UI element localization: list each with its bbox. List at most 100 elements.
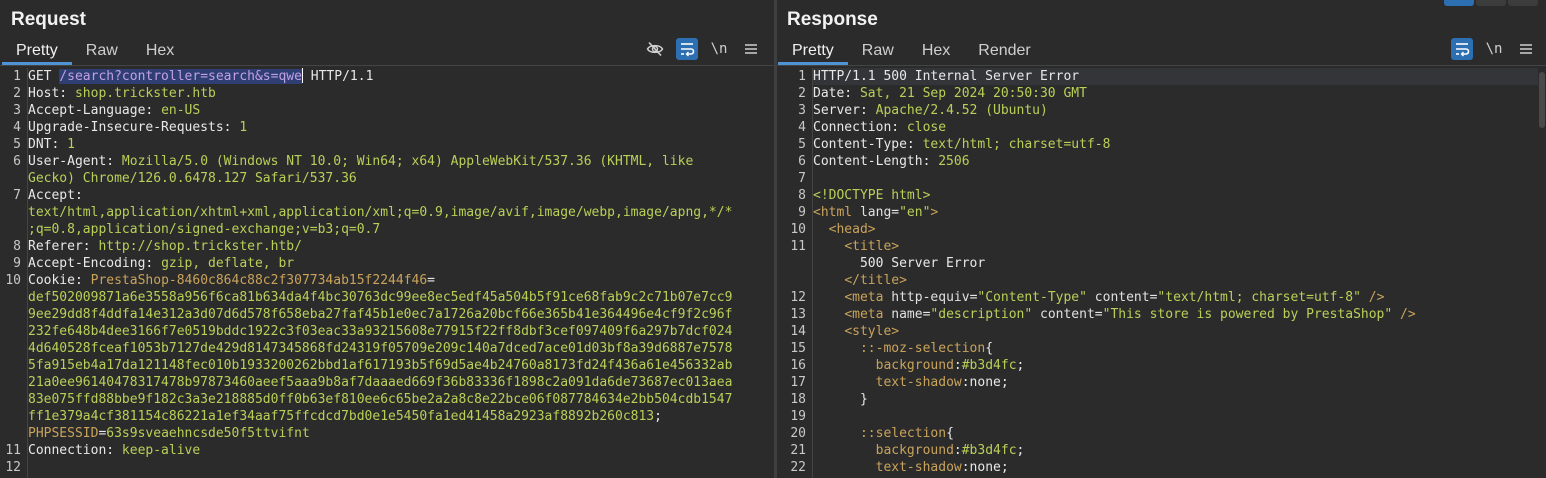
line-number: 12: [5, 460, 21, 475]
code-token: {: [946, 426, 954, 441]
code-line[interactable]: <head>: [813, 221, 1538, 238]
code-token: :none;: [961, 460, 1009, 475]
code-line[interactable]: Accept:: [28, 187, 774, 204]
code-token: HTTP/1.1: [302, 69, 374, 84]
response-tab-render[interactable]: Render: [964, 39, 1044, 65]
response-menu-button[interactable]: [1515, 38, 1537, 60]
code-token: <html: [813, 205, 860, 220]
code-line[interactable]: Connection: keep-alive: [28, 442, 774, 459]
code-line[interactable]: <title>: [813, 238, 1538, 255]
response-tab-raw[interactable]: Raw: [848, 39, 908, 65]
code-line[interactable]: 232fe648b4dee3166f7e0519bddc1922c3f03eac…: [28, 323, 774, 340]
code-line[interactable]: ::-moz-selection{: [813, 340, 1538, 357]
code-line[interactable]: text/html,application/xhtml+xml,applicat…: [28, 204, 774, 221]
code-line[interactable]: DNT: 1: [28, 136, 774, 153]
code-line[interactable]: 21a0ee96140478317478b97873460aeef5aaa9b8…: [28, 374, 774, 391]
request-tab-hex[interactable]: Hex: [132, 39, 188, 65]
code-line[interactable]: User-Agent: Mozilla/5.0 (Windows NT 10.0…: [28, 153, 774, 170]
layout-top-bottom-button[interactable]: [1476, 0, 1506, 6]
code-line[interactable]: 9ee29dd8f4ddfa14e312a3d07d6d578f658eba27…: [28, 306, 774, 323]
code-line[interactable]: <style>: [813, 323, 1538, 340]
code-line[interactable]: text-shadow:none;: [813, 374, 1538, 391]
response-code[interactable]: HTTP/1.1 500 Internal Server Error Date: …: [813, 68, 1538, 478]
code-token: content: [1086, 290, 1150, 305]
code-line[interactable]: }: [813, 391, 1538, 408]
hide-non-printable-button[interactable]: [644, 38, 666, 60]
code-line[interactable]: <html lang="en">: [813, 204, 1538, 221]
line-number: 18: [790, 392, 806, 407]
hamburger-menu-icon: [1520, 44, 1532, 54]
code-line[interactable]: Accept-Encoding: gzip, deflate, br: [28, 255, 774, 272]
line-number: 8: [13, 239, 21, 254]
code-token: 1: [67, 137, 75, 152]
request-editor[interactable]: 1 2 3 4 5 6 7 8 9 10 11 12 GET /search?controller=s…: [0, 68, 774, 478]
code-line[interactable]: <meta name="description" content="This s…: [813, 306, 1538, 323]
code-line[interactable]: Content-Type: text/html; charset=utf-8: [813, 136, 1538, 153]
code-line[interactable]: Date: Sat, 21 Sep 2024 20:50:30 GMT: [813, 85, 1538, 102]
wrap-lines-button[interactable]: [1451, 38, 1473, 60]
code-token: {: [985, 341, 994, 356]
code-token: Sat, 21 Sep 2024 20:50:30 GMT: [859, 86, 1087, 101]
code-line[interactable]: PHPSESSID=63s9sveaehncsde50f5ttvifnt: [28, 425, 774, 442]
code-line[interactable]: def502009871a6e3558a956f6ca81b634da4f4bc…: [28, 289, 774, 306]
code-line[interactable]: 5fa915eb4a17da121148fec010b1933200262bbd…: [28, 357, 774, 374]
request-menu-button[interactable]: [740, 38, 762, 60]
code-token: HTTP/1.1 500 Internal Server Error: [813, 69, 1080, 84]
code-line[interactable]: background:#b3d4fc;: [813, 357, 1538, 374]
code-line[interactable]: ::selection{: [813, 425, 1538, 442]
code-line[interactable]: Upgrade-Insecure-Requests: 1: [28, 119, 774, 136]
layout-side-by-side-button[interactable]: [1444, 0, 1474, 6]
code-token: en-US: [161, 103, 201, 118]
code-line[interactable]: Connection: close: [813, 119, 1538, 136]
response-tab-hex[interactable]: Hex: [908, 39, 964, 65]
code-line[interactable]: 500 Server Error: [813, 255, 1538, 272]
code-token: "en": [899, 205, 931, 220]
code-line[interactable]: 4d640528fceaf1053b7127de429d8147345868fd…: [28, 340, 774, 357]
code-line[interactable]: Server: Apache/2.4.52 (Ubuntu): [813, 102, 1538, 119]
code-line[interactable]: 83e075ffd88bbe9f182c3a3e218885d0ff0b63ef…: [28, 391, 774, 408]
code-token: <head>: [828, 222, 876, 237]
code-line[interactable]: <!DOCTYPE html>: [813, 187, 1538, 204]
response-scroll-thumb[interactable]: [1539, 72, 1545, 128]
line-number: 4: [798, 120, 806, 135]
line-number: 2: [13, 86, 21, 101]
code-line[interactable]: Host: shop.trickster.htb: [28, 85, 774, 102]
code-line[interactable]: Content-Length: 2506: [813, 153, 1538, 170]
response-editor[interactable]: 1 2 3 4 5 6 7 8 9 10 11 12 13 14 15 16 17 18 19 20 21 22 HTTP…: [777, 68, 1546, 478]
request-tab-raw[interactable]: Raw: [72, 39, 132, 65]
code-line[interactable]: <meta http-equiv="Content-Type" content=…: [813, 289, 1538, 306]
code-line[interactable]: ;q=0.8,application/signed-exchange;v=b3;…: [28, 221, 774, 238]
code-token: gzip, deflate, br: [161, 256, 295, 271]
code-token: PrestaShop-8460c864c88c2f307734ab15f2244…: [90, 273, 428, 288]
code-line[interactable]: GET /search?controller=search&s=qwe HTTP…: [28, 68, 774, 85]
request-pane: Request Pretty Raw Hex \n 1 2 3 4 5 6 7 8 9 10 11 1…: [0, 0, 774, 478]
code-token: }: [813, 392, 868, 407]
code-token: Accept-Encoding:: [28, 256, 162, 271]
code-line[interactable]: ff1e379a4cf381154c86221a1ef34aaf75ffcdcd…: [28, 408, 774, 425]
request-line-gutter: 1 2 3 4 5 6 7 8 9 10 11 12: [0, 68, 28, 478]
code-line[interactable]: background:#b3d4fc;: [813, 442, 1538, 459]
code-token: 232fe648b4dee3166f7e0519bddc1922c3f03eac…: [28, 324, 733, 339]
code-line[interactable]: Gecko) Chrome/126.0.6478.127 Safari/537.…: [28, 170, 774, 187]
show-newlines-button[interactable]: \n: [1483, 38, 1505, 60]
layout-tabs-button[interactable]: [1508, 0, 1538, 6]
line-number: 6: [798, 154, 806, 169]
wrap-lines-button[interactable]: [676, 38, 698, 60]
response-scrollbar[interactable]: [1538, 68, 1546, 478]
code-line[interactable]: text-shadow:none;: [813, 459, 1538, 476]
code-line[interactable]: HTTP/1.1 500 Internal Server Error: [813, 68, 1538, 85]
code-line[interactable]: Referer: http://shop.trickster.htb/: [28, 238, 774, 255]
code-token: Connection:: [28, 443, 122, 458]
request-tab-pretty[interactable]: Pretty: [2, 39, 72, 65]
code-line[interactable]: Accept-Language: en-US: [28, 102, 774, 119]
response-pane: Response Pretty Raw Hex Render \n 123456…: [777, 0, 1546, 478]
show-newlines-button[interactable]: \n: [708, 38, 730, 60]
code-line[interactable]: </title>: [813, 272, 1538, 289]
code-line[interactable]: Cookie: PrestaShop-8460c864c88c2f307734a…: [28, 272, 774, 289]
response-tab-pretty[interactable]: Pretty: [778, 39, 848, 65]
request-code[interactable]: GET /search?controller=search&s=qwe HTTP…: [28, 68, 774, 478]
code-token: Mozilla/5.0 (Windows NT 10.0; Win64; x64…: [121, 154, 694, 169]
line-number: 6: [13, 154, 21, 169]
